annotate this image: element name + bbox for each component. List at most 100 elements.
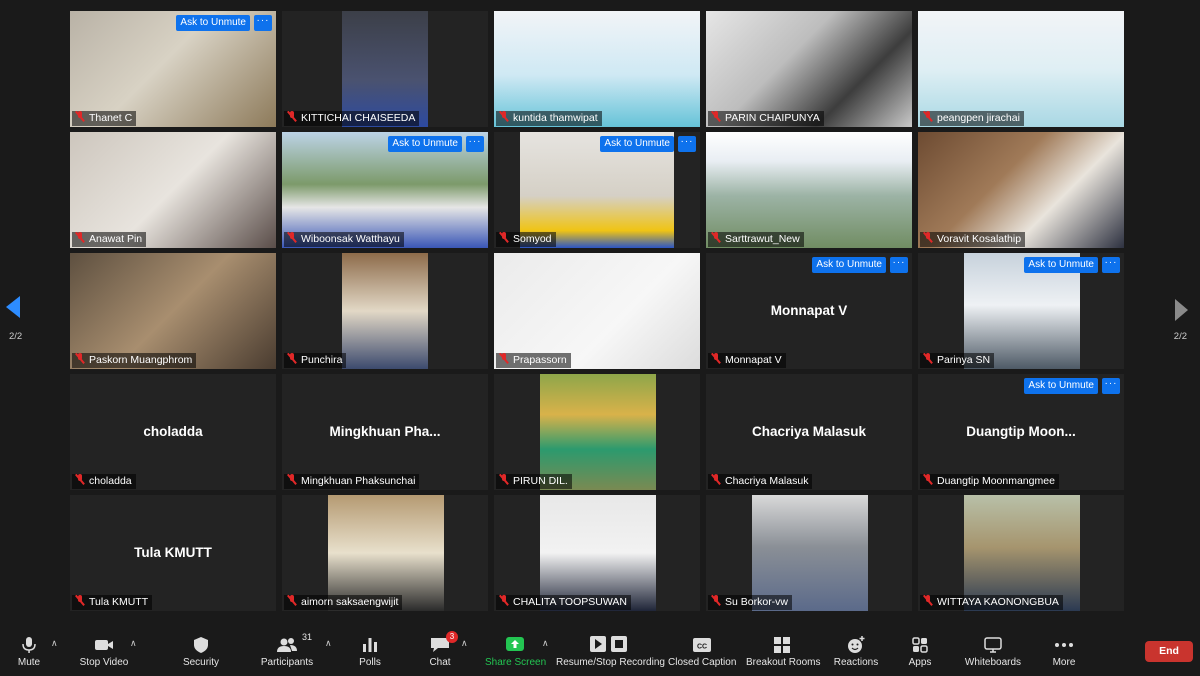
- ask-to-unmute-button[interactable]: Ask to Unmute: [1024, 257, 1098, 273]
- participant-tile[interactable]: Anawat Pin: [70, 132, 276, 248]
- reactions-button[interactable]: Reactions: [832, 628, 880, 676]
- chat-button[interactable]: 3 Chat: [420, 628, 460, 676]
- participant-name: PARIN CHAIPUNYA: [725, 112, 820, 124]
- tile-more-options-button[interactable]: ···: [254, 15, 272, 31]
- muted-microphone-icon: [499, 353, 509, 364]
- participant-tile[interactable]: Thanet C Ask to Unmute ···: [70, 11, 276, 127]
- participant-video: [964, 495, 1080, 611]
- tile-more-options-button[interactable]: ···: [466, 136, 484, 152]
- participant-tile[interactable]: Punchira: [282, 253, 488, 369]
- participant-display-name: Duangtip Moon...: [966, 424, 1076, 439]
- participant-tile[interactable]: choladda choladda: [70, 374, 276, 490]
- muted-microphone-icon: [287, 232, 297, 243]
- participant-video: [706, 11, 912, 127]
- participant-name-label: Su Borkor-vw: [708, 595, 793, 610]
- more-button[interactable]: More: [1044, 628, 1084, 676]
- participant-tile[interactable]: Sarttrawut_New: [706, 132, 912, 248]
- participant-tile[interactable]: kuntida thamwipat: [494, 11, 700, 127]
- participant-tile[interactable]: Mingkhuan Pha... Mingkhuan Phaksunchai: [282, 374, 488, 490]
- ask-to-unmute-button[interactable]: Ask to Unmute: [1024, 378, 1098, 394]
- participant-name-label: Voravit Kosalathip: [920, 232, 1026, 247]
- previous-page-arrow-icon[interactable]: [6, 296, 20, 318]
- closed-caption-button[interactable]: CC Closed Caption: [668, 628, 736, 676]
- participant-tile[interactable]: Duangtip Moon... Duangtip Moonmangmee Ask …: [918, 374, 1124, 490]
- participant-name-label: KITTICHAI CHAISEEDA: [284, 111, 420, 126]
- chat-options-chevron-icon[interactable]: ∧: [461, 638, 468, 649]
- participants-options-chevron-icon[interactable]: ∧: [325, 638, 332, 649]
- participants-button[interactable]: 31 Participants: [258, 628, 316, 676]
- tile-more-options-button[interactable]: ···: [1102, 378, 1120, 394]
- participant-tile[interactable]: Voravit Kosalathip: [918, 132, 1124, 248]
- chat-label: Chat: [429, 657, 451, 668]
- tile-more-options-button[interactable]: ···: [890, 257, 908, 273]
- security-button[interactable]: Security: [176, 628, 226, 676]
- tile-more-options-button[interactable]: ···: [1102, 257, 1120, 273]
- ask-to-unmute-button[interactable]: Ask to Unmute: [812, 257, 886, 273]
- participant-name: Tula KMUTT: [89, 596, 149, 608]
- participant-name: Voravit Kosalathip: [937, 233, 1022, 245]
- video-options-chevron-icon[interactable]: ∧: [130, 638, 137, 649]
- participant-tile[interactable]: Su Borkor-vw: [706, 495, 912, 611]
- ask-to-unmute-button[interactable]: Ask to Unmute: [600, 136, 674, 152]
- ask-to-unmute-button[interactable]: Ask to Unmute: [388, 136, 462, 152]
- next-page-arrow-icon[interactable]: [1175, 299, 1188, 321]
- muted-microphone-icon: [499, 232, 509, 243]
- participant-video: [540, 495, 656, 611]
- participant-tile[interactable]: peangpen jirachai: [918, 11, 1124, 127]
- muted-microphone-icon: [75, 353, 85, 364]
- participant-name: CHALITA TOOPSUWAN: [513, 596, 627, 608]
- participant-tile[interactable]: aimorn saksaengwijit: [282, 495, 488, 611]
- participants-label: Participants: [260, 657, 314, 668]
- participant-name-label: Anawat Pin: [72, 232, 147, 247]
- participant-tile[interactable]: Tula KMUTT Tula KMUTT: [70, 495, 276, 611]
- polls-button[interactable]: Polls: [350, 628, 390, 676]
- mute-button[interactable]: Mute: [4, 628, 54, 676]
- shield-icon: [190, 635, 212, 655]
- share-options-chevron-icon[interactable]: ∧: [542, 638, 549, 649]
- participant-tile[interactable]: Monnapat V Monnapat V Ask to Unmute ···: [706, 253, 912, 369]
- participant-name-label: Sarttrawut_New: [708, 232, 804, 247]
- participant-video: [494, 11, 700, 127]
- participant-name: choladda: [89, 475, 132, 487]
- participant-tile[interactable]: Paskorn Muangphrom: [70, 253, 276, 369]
- mute-options-chevron-icon[interactable]: ∧: [51, 638, 58, 649]
- participant-tile[interactable]: PARIN CHAIPUNYA: [706, 11, 912, 127]
- page-indicator-right: 2/2: [1173, 331, 1187, 342]
- participant-tile[interactable]: WITTAYA KAONONGBUA: [918, 495, 1124, 611]
- participant-tile[interactable]: KITTICHAI CHAISEEDA: [282, 11, 488, 127]
- muted-microphone-icon: [287, 111, 297, 122]
- participant-tile[interactable]: CHALITA TOOPSUWAN: [494, 495, 700, 611]
- recording-controls-icon: [587, 635, 631, 655]
- participant-name-label: Monnapat V: [708, 353, 786, 368]
- participant-name-label: aimorn saksaengwijit: [284, 595, 403, 610]
- participant-tile[interactable]: Chacriya Malasuk Chacriya Malasuk: [706, 374, 912, 490]
- stop-video-button[interactable]: Stop Video: [78, 628, 130, 676]
- participant-tile[interactable]: Wiboonsak Watthayu Ask to Unmute ···: [282, 132, 488, 248]
- participant-name: Prapassorn: [513, 354, 567, 366]
- page-indicator-left: 2/2: [9, 331, 23, 342]
- end-meeting-button[interactable]: End: [1145, 641, 1193, 662]
- participant-tile[interactable]: Somyod Ask to Unmute ···: [494, 132, 700, 248]
- share-screen-label: Share Screen: [485, 657, 547, 668]
- whiteboards-button[interactable]: Whiteboards: [960, 628, 1026, 676]
- recording-label: Resume/Stop Recording: [556, 657, 665, 668]
- apps-button[interactable]: Apps: [900, 628, 940, 676]
- participant-tile[interactable]: PIRUN DIL.: [494, 374, 700, 490]
- mute-label: Mute: [17, 657, 41, 668]
- participant-tile[interactable]: Prapassorn: [494, 253, 700, 369]
- participant-display-name: Monnapat V: [770, 303, 848, 318]
- participants-icon: 31: [276, 632, 312, 655]
- participant-name-label: Paskorn Muangphrom: [72, 353, 197, 368]
- closed-caption-label: Closed Caption: [668, 657, 737, 668]
- ask-to-unmute-button[interactable]: Ask to Unmute: [176, 15, 250, 31]
- polls-icon: [359, 635, 381, 655]
- resume-stop-recording-button[interactable]: Resume/Stop Recording: [556, 628, 665, 676]
- participant-tile[interactable]: Parinya SN Ask to Unmute ···: [918, 253, 1124, 369]
- participant-name: WITTAYA KAONONGBUA: [937, 596, 1059, 608]
- share-screen-button[interactable]: Share Screen: [485, 628, 547, 676]
- video-gallery: 2/2 2/2 Thanet C Ask to Unmute ··· KITTICHA…: [0, 0, 1200, 628]
- muted-microphone-icon: [711, 111, 721, 122]
- muted-microphone-icon: [923, 111, 933, 122]
- breakout-rooms-button[interactable]: Breakout Rooms: [746, 628, 820, 676]
- tile-more-options-button[interactable]: ···: [678, 136, 696, 152]
